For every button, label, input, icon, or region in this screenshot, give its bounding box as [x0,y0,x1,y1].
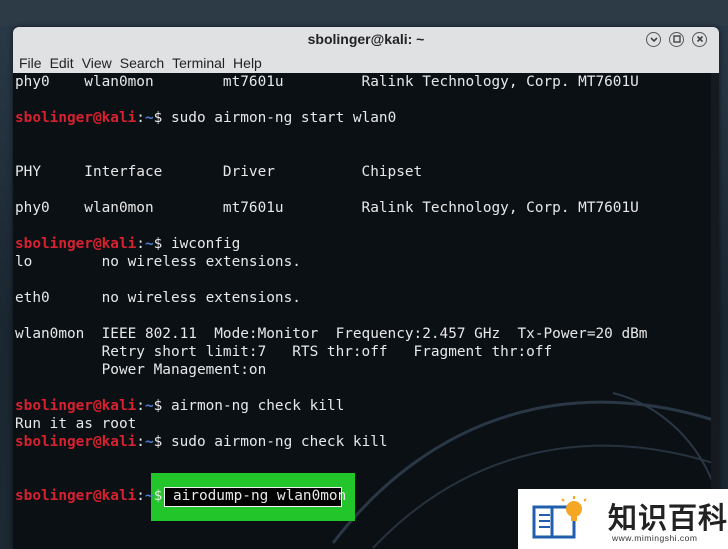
site-watermark: 知识百科 www.mimingshi.com [518,489,728,549]
prompt-path: ~ [144,434,154,450]
title-bar[interactable]: sbolinger@kali: ~ [13,27,719,54]
watermark-text: 知识百科 [608,501,728,535]
prompt-line[interactable]: sbolinger@kali:~$ airodump-ng wlan0mon [15,487,347,505]
watermark-url: www.mimingshi.com [612,533,698,543]
prompt-user: sbolinger@kali [15,488,137,504]
prompt-line: sbolinger@kali:~$ sudo airmon-ng start w… [15,110,397,126]
prompt-path: ~ [144,488,154,504]
prompt-line: sbolinger@kali:~$ iwconfig [15,236,241,252]
menu-bar: File Edit View Search Terminal Help [13,53,719,73]
menu-search[interactable]: Search [116,53,168,73]
command-text: iwconfig [170,236,241,252]
minimize-button[interactable] [646,32,661,47]
desktop-top-strip [0,0,728,26]
minimize-icon [649,37,658,43]
prompt-user: sbolinger@kali [15,236,137,252]
maximize-icon [672,35,681,43]
output-line: eth0 no wireless extensions. [15,290,301,306]
prompt-line: sbolinger@kali:~$ sudo airmon-ng check k… [15,434,388,450]
output-line: phy0 wlan0mon mt7601u Ralink Technology,… [15,74,639,90]
prompt-user: sbolinger@kali [15,434,137,450]
menu-terminal[interactable]: Terminal [168,53,229,73]
command-text: airmon-ng check kill [170,398,345,414]
prompt-path: ~ [144,398,154,414]
command-text: sudo airmon-ng check kill [170,434,388,450]
menu-view[interactable]: View [78,53,116,73]
menu-file[interactable]: File [15,53,46,73]
prompt-path: ~ [144,110,154,126]
window-title: sbolinger@kali: ~ [307,31,425,47]
output-line: Retry short limit:7 RTS thr:off Fragment… [15,344,553,360]
output-line: lo no wireless extensions. [15,254,301,270]
output-line: Power Management:on [15,362,267,378]
prompt-path: ~ [144,236,154,252]
command-text: sudo airmon-ng start wlan0 [170,110,397,126]
prompt-user: sbolinger@kali [15,398,137,414]
menu-edit[interactable]: Edit [46,53,78,73]
maximize-button[interactable] [669,32,684,47]
terminal-output[interactable]: phy0 wlan0mon mt7601u Ralink Technology,… [13,73,719,549]
output-line: wlan0mon IEEE 802.11 Mode:Monitor Freque… [15,326,648,342]
prompt-user: sbolinger@kali [15,110,137,126]
prompt-line: sbolinger@kali:~$ airmon-ng check kill [15,398,345,414]
scrollbar[interactable] [711,73,719,549]
terminal-window: sbolinger@kali: ~ File Edit View Search Term… [13,27,719,549]
close-button[interactable] [692,32,707,47]
output-line: PHY Interface Driver Chipset [15,164,423,180]
output-line: Run it as root [15,416,137,432]
output-line: phy0 wlan0mon mt7601u Ralink Technology,… [15,200,639,216]
close-icon [696,35,703,43]
command-text-highlighted: airodump-ng wlan0mon [172,488,347,504]
menu-help[interactable]: Help [229,53,266,73]
book-lightbulb-icon [532,496,587,539]
